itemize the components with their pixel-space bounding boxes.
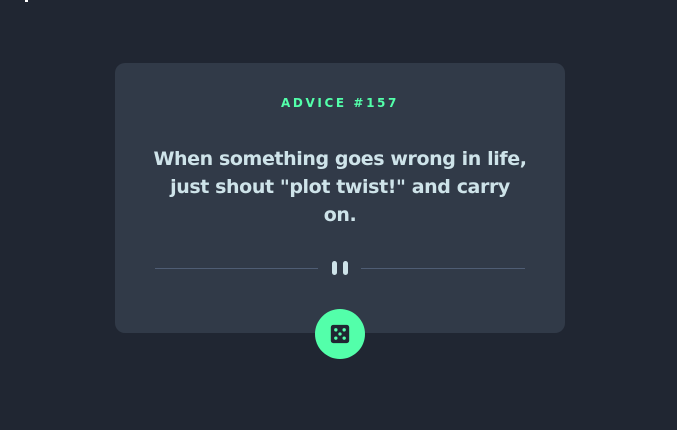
dice-icon xyxy=(330,324,350,344)
advice-quote: When something goes wrong in life, just … xyxy=(153,148,527,226)
pause-bar-right xyxy=(343,261,348,275)
divider-line-left xyxy=(155,268,318,269)
pause-bar-left xyxy=(332,261,337,275)
generate-advice-button[interactable] xyxy=(315,309,365,359)
pattern-divider xyxy=(155,261,525,275)
advice-card: ADVICE #157 When something goes wrong in… xyxy=(115,63,565,333)
advice-id: ADVICE #157 xyxy=(281,96,399,110)
divider-line-right xyxy=(361,268,525,269)
pause-icon xyxy=(332,261,348,275)
cursor-artifact xyxy=(25,0,28,2)
